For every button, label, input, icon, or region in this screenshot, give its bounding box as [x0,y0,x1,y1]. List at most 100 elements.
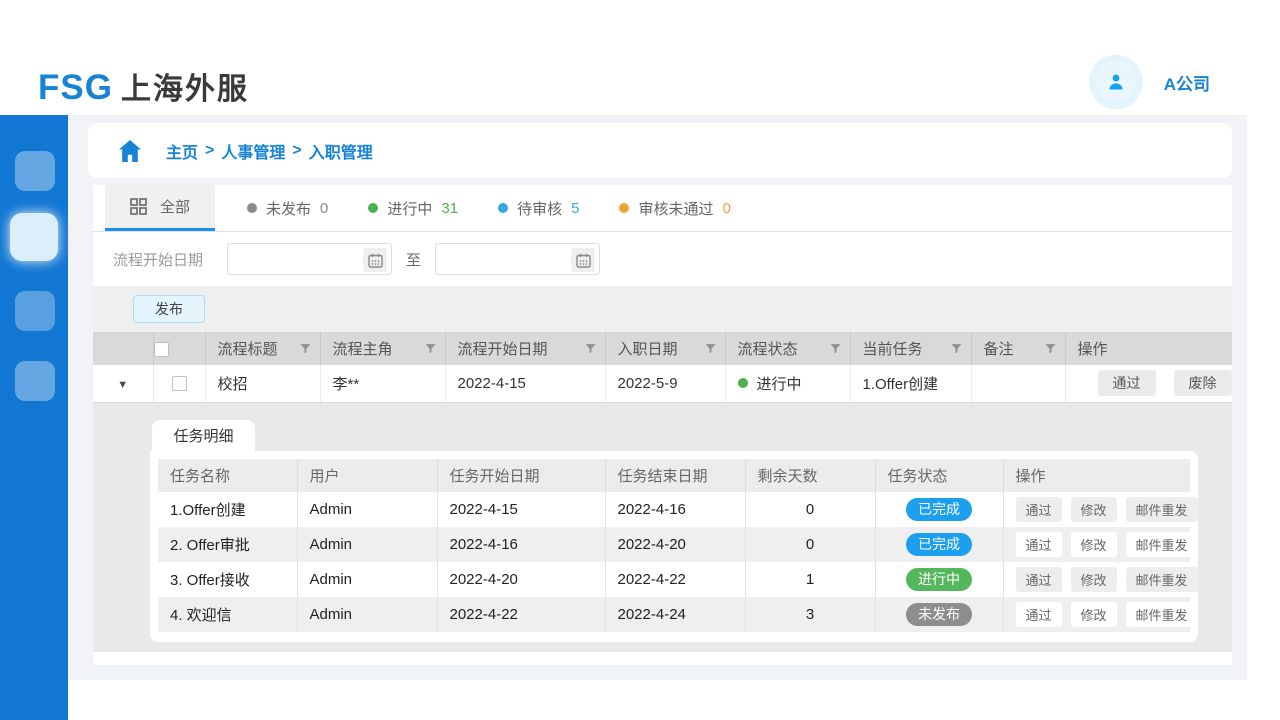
task-user-cell: Admin [297,527,437,562]
task-start-cell: 2022-4-22 [437,597,605,632]
tab-pending-review[interactable]: 待审核 5 [498,198,579,219]
tab-count: 0 [722,200,730,217]
pass-button[interactable]: 通过 [1016,567,1062,592]
filter-icon[interactable] [704,342,717,355]
pass-button[interactable]: 通过 [1016,532,1062,557]
task-user-cell: Admin [297,562,437,597]
col-process-start-date: 流程开始日期 [445,332,605,365]
discard-button[interactable]: 废除 [1174,370,1232,396]
task-end-cell: 2022-4-20 [605,527,745,562]
filter-icon[interactable] [950,342,963,355]
task-status-cell: 进行中 [875,562,1003,597]
modify-button[interactable]: 修改 [1071,532,1117,557]
pass-button[interactable]: 通过 [1016,497,1062,522]
sidebar-item-1[interactable] [15,151,55,191]
company-name[interactable]: A公司 [1164,70,1210,95]
breadcrumb-onboarding[interactable]: 入职管理 [309,139,373,163]
task-end-cell: 2022-4-22 [605,562,745,597]
task-row: 1.Offer创建 Admin 2022-4-15 2022-4-16 0 已完… [158,492,1190,527]
tab-all[interactable]: 全部 [105,185,215,231]
sidebar-item-active[interactable] [10,213,58,261]
end-date-input[interactable] [436,244,566,274]
resend-mail-button[interactable]: 邮件重发 [1126,497,1198,522]
calendar-icon[interactable] [571,248,595,272]
to-label: 至 [406,249,421,270]
task-user-cell: Admin [297,492,437,527]
resend-mail-button[interactable]: 邮件重发 [1126,567,1198,592]
publish-button[interactable]: 发布 [133,295,205,323]
task-start-cell: 2022-4-15 [437,492,605,527]
task-name-cell: 2. Offer审批 [158,527,297,562]
pass-button[interactable]: 通过 [1016,602,1062,627]
select-cell [153,365,205,402]
expand-cell: ▼ [93,365,153,402]
resend-mail-button[interactable]: 邮件重发 [1126,532,1198,557]
select-all-checkbox[interactable] [154,342,169,357]
current-task-cell: 1.Offer创建 [850,365,971,402]
col-task-name: 任务名称 [158,459,297,492]
main-area: 主页 > 人事管理 > 入职管理 [68,115,1247,680]
approve-button[interactable]: 通过 [1098,370,1156,396]
status-text: 进行中 [757,373,802,394]
task-name-cell: 1.Offer创建 [158,492,297,527]
filter-icon[interactable] [584,342,597,355]
col-actions: 操作 [1065,332,1232,365]
status-dot-icon [738,378,748,388]
task-actions-cell: 通过 修改 邮件重发 [1003,562,1190,597]
days-left-cell: 0 [745,492,875,527]
filter-icon[interactable] [299,342,312,355]
task-status-cell: 已完成 [875,492,1003,527]
status-badge: 已完成 [906,498,972,521]
col-current-task: 当前任务 [850,332,971,365]
expand-icon[interactable]: ▼ [117,379,128,391]
breadcrumb-home[interactable]: 主页 [166,139,198,163]
modify-button[interactable]: 修改 [1071,497,1117,522]
status-badge: 进行中 [906,568,972,591]
home-icon[interactable] [118,140,142,162]
breadcrumb-hr[interactable]: 人事管理 [221,139,285,163]
tab-label: 未发布 [266,198,311,219]
start-date-input[interactable] [228,244,358,274]
task-table-header-row: 任务名称 用户 任务开始日期 任务结束日期 剩余天数 任务状态 操作 [158,459,1190,492]
process-owner-cell: 李** [320,365,445,402]
tab-unpublished[interactable]: 未发布 0 [247,198,328,219]
task-status-cell: 未发布 [875,597,1003,632]
row-checkbox[interactable] [172,376,187,391]
task-detail-tab[interactable]: 任务明细 [152,420,255,451]
tab-inprogress[interactable]: 进行中 31 [368,198,458,219]
calendar-icon[interactable] [363,248,387,272]
status-dot-icon [498,203,508,213]
select-all-header [153,332,205,365]
status-badge: 已完成 [906,533,972,556]
modify-button[interactable]: 修改 [1071,602,1117,627]
task-status-cell: 已完成 [875,527,1003,562]
task-row: 4. 欢迎信 Admin 2022-4-22 2022-4-24 3 未发布 通… [158,597,1190,632]
col-process-title: 流程标题 [205,332,320,365]
task-detail-region: 任务明细 任务名称 用户 任务开始日期 任务结束日期 [93,403,1232,652]
date-filter-label: 流程开始日期 [113,249,203,270]
sidebar-item-4[interactable] [15,361,55,401]
grid-icon [130,198,147,215]
filter-icon[interactable] [829,342,842,355]
col-remark: 备注 [971,332,1065,365]
sidebar-item-3[interactable] [15,291,55,331]
filter-icon[interactable] [424,342,437,355]
filter-icon[interactable] [1044,342,1057,355]
tab-review-failed[interactable]: 审核未通过 0 [619,198,730,219]
col-task-start: 任务开始日期 [437,459,605,492]
logo-primary-text: FSG [38,68,113,108]
resend-mail-button[interactable]: 邮件重发 [1126,602,1198,627]
modify-button[interactable]: 修改 [1071,567,1117,592]
status-dot-icon [368,203,378,213]
breadcrumb-card: 主页 > 人事管理 > 入职管理 [88,123,1232,178]
status-badge: 未发布 [906,603,972,626]
task-actions-cell: 通过 修改 邮件重发 [1003,527,1190,562]
process-table-header-row: 流程标题 流程主角 流程开始日期 入职日期 流程状态 当前任务 备注 操作 [93,332,1232,365]
sidebar [0,115,68,720]
toolbar: 发布 [93,286,1232,332]
task-end-cell: 2022-4-16 [605,492,745,527]
status-dot-icon [619,203,629,213]
tab-label: 审核未通过 [638,198,713,219]
app-logo: FSG 上海外服 [38,64,249,108]
avatar[interactable] [1096,62,1136,102]
